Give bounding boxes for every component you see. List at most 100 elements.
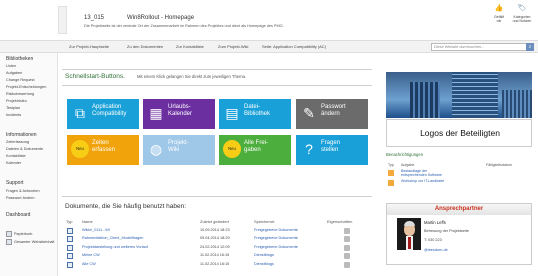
tile-alle-frei[interactable]: Neu Alle Frei-gaben bbox=[219, 135, 291, 165]
left-sidebar: Bibliotheken Listen Aufgaben Change Requ… bbox=[0, 53, 58, 276]
properties-icon[interactable] bbox=[344, 244, 350, 251]
properties-icon[interactable] bbox=[344, 236, 350, 243]
sidebar-item-change-password[interactable]: Passwort ändern bbox=[6, 196, 35, 200]
sidebar-heading-dashboard[interactable]: Dashboard bbox=[6, 212, 30, 218]
document-location[interactable]: Freigegebene Dokumente bbox=[254, 236, 298, 240]
appcompat-icon: ⧉ bbox=[75, 105, 85, 121]
wiki-globe-icon: ◍ bbox=[149, 141, 163, 157]
search-input[interactable]: Diese Website durchsuchen... bbox=[431, 43, 527, 51]
table-row[interactable]: Meine CW 11.02.2014 16:15 Dienstblogs bbox=[62, 253, 362, 261]
nav-project-home[interactable]: Zur Projekt-Hauptseite bbox=[69, 44, 109, 49]
col-location[interactable]: Speicherort bbox=[254, 219, 274, 224]
document-modified: 10.09.2014 18:23 bbox=[200, 228, 230, 232]
document-location[interactable]: Dienstblogs bbox=[254, 253, 274, 257]
nav-contacts[interactable]: Zur Kontaktliste bbox=[176, 44, 204, 49]
nav-app-compat[interactable]: Seite: Application Compatibility (AC) bbox=[262, 44, 326, 49]
contact-photo bbox=[397, 218, 421, 250]
tile-passwort[interactable]: ✎ Passwort ändern bbox=[296, 99, 368, 129]
divider-top bbox=[62, 69, 372, 70]
sidebar-item-incidents[interactable]: Incidents bbox=[6, 113, 21, 117]
notify-row[interactable]: Bestandlage der entsprechenden Software bbox=[386, 169, 532, 178]
col-name[interactable]: Name bbox=[82, 219, 93, 224]
sidebar-item-tasks[interactable]: Aufgaben bbox=[6, 71, 22, 75]
sidebar-item-lists[interactable]: Listen bbox=[6, 64, 16, 68]
notify-col-task: Aufgabe bbox=[401, 163, 415, 167]
notification-icon bbox=[388, 180, 394, 186]
divider-quickstart bbox=[62, 85, 372, 86]
document-modified: 09.04.2014 18:29 bbox=[200, 236, 230, 241]
properties-icon[interactable] bbox=[344, 228, 350, 234]
document-location[interactable]: Freigegebene Dokumente bbox=[254, 228, 298, 232]
all-site-content-link[interactable]: Gesamter Websiteinhalt bbox=[6, 239, 54, 245]
document-location[interactable]: Freigegebene Dokumente bbox=[254, 245, 298, 249]
new-badge: Neu bbox=[223, 140, 241, 158]
recycle-bin-link[interactable]: Papierkorb bbox=[6, 231, 32, 237]
document-location[interactable]: Dienstblogs bbox=[254, 262, 274, 266]
notifications-title[interactable]: Benachrichtigungen bbox=[386, 152, 423, 157]
contact-box: Ansprechpartner Martin Leffs Betreuung d… bbox=[386, 203, 532, 265]
tile-label: Urlaubs- Kalender bbox=[168, 104, 193, 117]
table-row[interactable]: Rahmenfaktion_Client_Modellfragen 09.04.2… bbox=[62, 236, 362, 244]
col-modified[interactable]: Zuletzt geändert bbox=[200, 219, 229, 224]
sidebar-item-decisions[interactable]: Projekt-Entscheidungen bbox=[6, 85, 46, 89]
tile-label: Alle Frei-gaben bbox=[244, 140, 269, 153]
notify-row[interactable]: Workshop zur IT-Landkarte bbox=[386, 179, 532, 188]
document-name[interactable]: Meine CW bbox=[82, 253, 100, 257]
search-icon[interactable]: ⌕ bbox=[526, 43, 534, 51]
nav-documents[interactable]: Zu den Dokumenten bbox=[127, 44, 163, 49]
document-icon: ▤ bbox=[225, 105, 239, 121]
tile-zeiten[interactable]: Neu Zeiten erfassen bbox=[67, 135, 139, 165]
tile-fragen[interactable]: ? Fragen stellen bbox=[296, 135, 368, 165]
tile-label: Datei- Bibliothek bbox=[244, 104, 271, 117]
col-properties[interactable]: Eigenschaften bbox=[327, 219, 352, 224]
document-name[interactable]: Wikini_0111...WI bbox=[82, 228, 110, 232]
logos-title: Logos der Beteiligten bbox=[420, 128, 500, 138]
document-modified: 11.02.2014 16:15 bbox=[200, 253, 230, 258]
contact-name: Martin Leffs bbox=[424, 220, 446, 225]
wrench-icon: ✎ bbox=[303, 105, 315, 121]
table-row[interactable]: Alle CW 11.02.2014 16:15 Dienstblogs bbox=[62, 261, 362, 270]
sidebar-heading-support[interactable]: Support bbox=[6, 180, 24, 186]
sidebar-heading-libraries[interactable]: Bibliotheken bbox=[6, 56, 33, 62]
site-description: Die Projektseite ist der zentrale Ort de… bbox=[84, 24, 284, 28]
nav-wiki[interactable]: Zum Projekt-Wiki bbox=[218, 44, 248, 49]
thumbs-up-icon: 👍 bbox=[494, 5, 504, 12]
contact-email[interactable]: @leesdorn.de bbox=[424, 248, 448, 252]
tile-datei[interactable]: ▤ Datei- Bibliothek bbox=[219, 99, 291, 129]
sidebar-item-testplan[interactable]: Testplan bbox=[6, 106, 20, 110]
like-button[interactable]: 👍 Gefällt mir bbox=[489, 5, 509, 23]
document-icon bbox=[67, 236, 73, 243]
sidebar-item-contact-list[interactable]: Kontaktliste bbox=[6, 154, 26, 158]
contact-title: Ansprechpartner bbox=[387, 204, 531, 215]
sidebar-item-risk-assessment[interactable]: Risikobewertung bbox=[6, 92, 34, 96]
tile-label: Fragen stellen bbox=[321, 140, 341, 153]
sidebar-heading-information[interactable]: Informationen bbox=[6, 132, 37, 138]
table-row[interactable]: Wikini_0111...WI 10.09.2014 18:23 Freigege… bbox=[62, 228, 362, 236]
site-header: 13_015 Win8Rollout - Homepage Die Projek… bbox=[0, 0, 538, 38]
col-type[interactable]: Typ bbox=[66, 219, 72, 224]
document-name[interactable]: Rahmenfaktion_Client_Modellfragen bbox=[82, 236, 143, 240]
tile-projekt[interactable]: ◍ Projekt- Wiki bbox=[143, 135, 215, 165]
documents-title: Dokumente, die Sie häufig benutzt haben: bbox=[65, 203, 187, 210]
properties-icon[interactable] bbox=[344, 253, 350, 260]
tile-urlaubs[interactable]: ▦ Urlaubs- Kalender bbox=[143, 99, 215, 129]
sidebar-item-faq[interactable]: Fragen & Antworten bbox=[6, 189, 40, 193]
site-id: 13_015 bbox=[84, 15, 105, 21]
tags-notes-button[interactable]: 🏷 Kategorien und Notizen bbox=[512, 5, 532, 23]
sidebar-item-time-tracking[interactable]: Zeiterfassung bbox=[6, 140, 29, 144]
properties-icon[interactable] bbox=[344, 261, 350, 268]
sidebar-item-change-request[interactable]: Change Request bbox=[6, 78, 35, 82]
document-name[interactable]: Projektdarstellung und weiteres Vorlauf bbox=[82, 245, 148, 249]
table-row[interactable]: Projektdarstellung und weiteres Vorlauf 2… bbox=[62, 244, 362, 253]
top-navigation: Zur Projekt-Hauptseite Zu den Dokumenten… bbox=[0, 40, 538, 53]
tile-label: Passwort ändern bbox=[321, 104, 346, 117]
sidebar-item-project-risk[interactable]: Projektrisiko bbox=[6, 99, 27, 103]
site-logo[interactable] bbox=[58, 6, 67, 34]
sidebar-item-files-documents[interactable]: Dateien & Dokumente bbox=[6, 147, 43, 151]
logos-box: Logos der Beteiligten bbox=[386, 119, 532, 147]
new-badge: Neu bbox=[71, 140, 89, 158]
tile-application[interactable]: ⧉ Application Compatibility bbox=[67, 99, 139, 129]
sidebar-item-calendar[interactable]: Kalender bbox=[6, 161, 21, 165]
site-title[interactable]: Win8Rollout - Homepage bbox=[127, 15, 194, 21]
document-name[interactable]: Alle CW bbox=[82, 262, 96, 266]
